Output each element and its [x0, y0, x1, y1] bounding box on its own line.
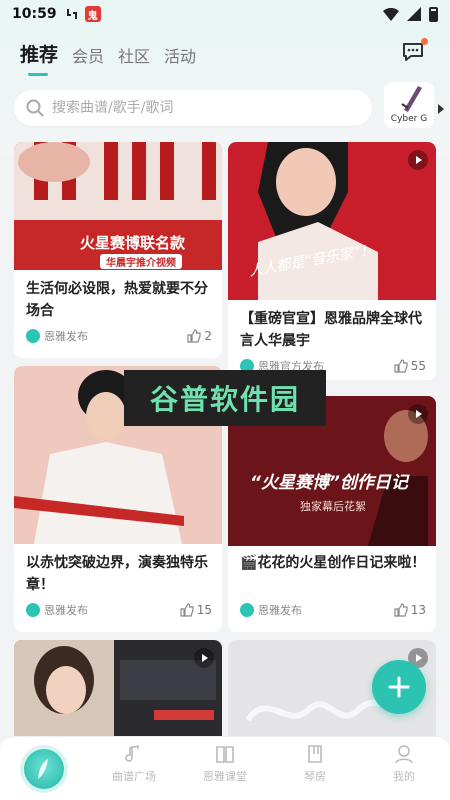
like-button[interactable]: 13 — [394, 603, 426, 617]
nav-score-square[interactable]: 曲谱广场 — [104, 743, 164, 784]
header: 推荐 会员 社区 活动 Cyber G — [0, 28, 450, 156]
nav-label: 曲谱广场 — [112, 770, 156, 783]
thumbs-up-icon — [394, 603, 408, 617]
music-note-icon — [125, 744, 139, 762]
chevron-right-icon[interactable] — [438, 104, 444, 114]
nav-home[interactable] — [24, 749, 64, 789]
wifi-icon — [383, 7, 399, 21]
nav-classroom[interactable]: 恩雅课堂 — [195, 743, 255, 784]
user-icon — [395, 745, 413, 764]
play-icon[interactable] — [194, 648, 214, 668]
plus-icon — [388, 676, 410, 698]
bottom-nav: 曲谱广场 恩雅课堂 琴房 我的 — [0, 736, 450, 800]
feed-card[interactable]: “火星赛博”创作日记 独家幕后花絮 🎬花花的火星创作日记来啦！ 恩雅发布 13 — [228, 396, 436, 632]
promo-label: Cyber G — [390, 114, 428, 124]
tab-membership[interactable]: 会员 — [72, 43, 104, 67]
card-overlay-sub: 独家幕后花絮 — [300, 500, 366, 513]
feed-card[interactable]: 人人都是“音乐家”！ 【重磅官宣】恩雅品牌全球代言人华晨宇 恩雅官方发布 55 — [228, 142, 436, 380]
card-meta: 恩雅发布 2 — [26, 328, 212, 344]
piano-icon — [308, 745, 322, 763]
book-icon — [216, 746, 234, 763]
brand-logo-icon — [26, 603, 40, 617]
like-count: 55 — [410, 359, 426, 373]
battery-icon — [429, 6, 438, 22]
status-icons-right — [383, 6, 438, 22]
nav-profile[interactable]: 我的 — [374, 743, 434, 784]
sync-icon — [66, 9, 77, 19]
feather-icon — [38, 759, 48, 779]
feed-card[interactable]: 火星赛博联名款 华晨宇推介视频 生活何必设限，热爱就要不分场合 恩雅发布 2 — [14, 142, 222, 358]
card-title: 生活何必设限，热爱就要不分场合 — [26, 281, 208, 319]
card-meta: 恩雅发布 13 — [240, 602, 426, 618]
card-overlay-title: 火星赛博联名款 — [80, 234, 186, 252]
like-count: 13 — [410, 603, 426, 617]
search-icon — [26, 99, 44, 117]
card-meta: 恩雅发布 15 — [26, 602, 212, 618]
message-icon[interactable] — [402, 42, 424, 62]
top-tabs: 推荐 会员 社区 活动 — [20, 40, 196, 76]
card-image — [14, 640, 222, 750]
search-bar[interactable] — [14, 90, 372, 126]
nav-label: 琴房 — [304, 770, 326, 783]
promo-thumbnail[interactable]: Cyber G — [384, 82, 434, 128]
feed-card[interactable] — [14, 640, 222, 750]
nav-label: 我的 — [393, 770, 415, 783]
app-screen: 10:59 鬼 推荐 会员 社区 活动 Cyber G — [0, 0, 450, 800]
app-notification-badge: 鬼 — [84, 6, 101, 22]
add-button[interactable] — [372, 660, 426, 714]
status-bar: 10:59 鬼 — [0, 0, 450, 28]
card-author: 恩雅发布 — [44, 330, 88, 343]
like-button[interactable]: 2 — [187, 329, 212, 343]
watermark: 谷普软件园 — [124, 370, 326, 426]
nav-piano-room[interactable]: 琴房 — [285, 743, 345, 784]
status-time: 10:59 — [12, 6, 57, 22]
guitar-icon — [401, 86, 422, 112]
card-title: 【重磅官宣】恩雅品牌全球代言人华晨宇 — [240, 311, 422, 349]
thumbs-up-icon — [180, 603, 194, 617]
status-icons-left: 鬼 — [65, 6, 101, 22]
card-author: 恩雅发布 — [44, 604, 88, 617]
card-title: 🎬花花的火星创作日记来啦！ — [240, 555, 426, 571]
card-author: 恩雅发布 — [258, 604, 302, 617]
thumbs-up-icon — [394, 359, 408, 373]
message-unread-dot — [421, 38, 428, 45]
tab-community[interactable]: 社区 — [118, 43, 150, 67]
card-overlay-sub: 华晨宇推介视频 — [100, 254, 182, 269]
play-icon[interactable] — [408, 404, 428, 424]
like-button[interactable]: 15 — [180, 603, 212, 617]
tab-events[interactable]: 活动 — [164, 43, 196, 67]
like-count: 2 — [204, 329, 212, 343]
card-overlay-title: “火星赛博”创作日记 — [250, 473, 408, 493]
search-input[interactable] — [52, 100, 332, 116]
nav-label: 恩雅课堂 — [203, 770, 247, 783]
like-button[interactable]: 55 — [394, 359, 426, 373]
thumbs-up-icon — [187, 329, 201, 343]
play-icon[interactable] — [408, 150, 428, 170]
brand-logo-icon — [240, 603, 254, 617]
tab-recommend[interactable]: 推荐 — [20, 40, 58, 76]
signal-icon — [407, 7, 421, 21]
card-title: 以赤忱突破边界，演奏独特乐章！ — [26, 555, 208, 593]
brand-logo-icon — [26, 329, 40, 343]
like-count: 15 — [196, 603, 212, 617]
